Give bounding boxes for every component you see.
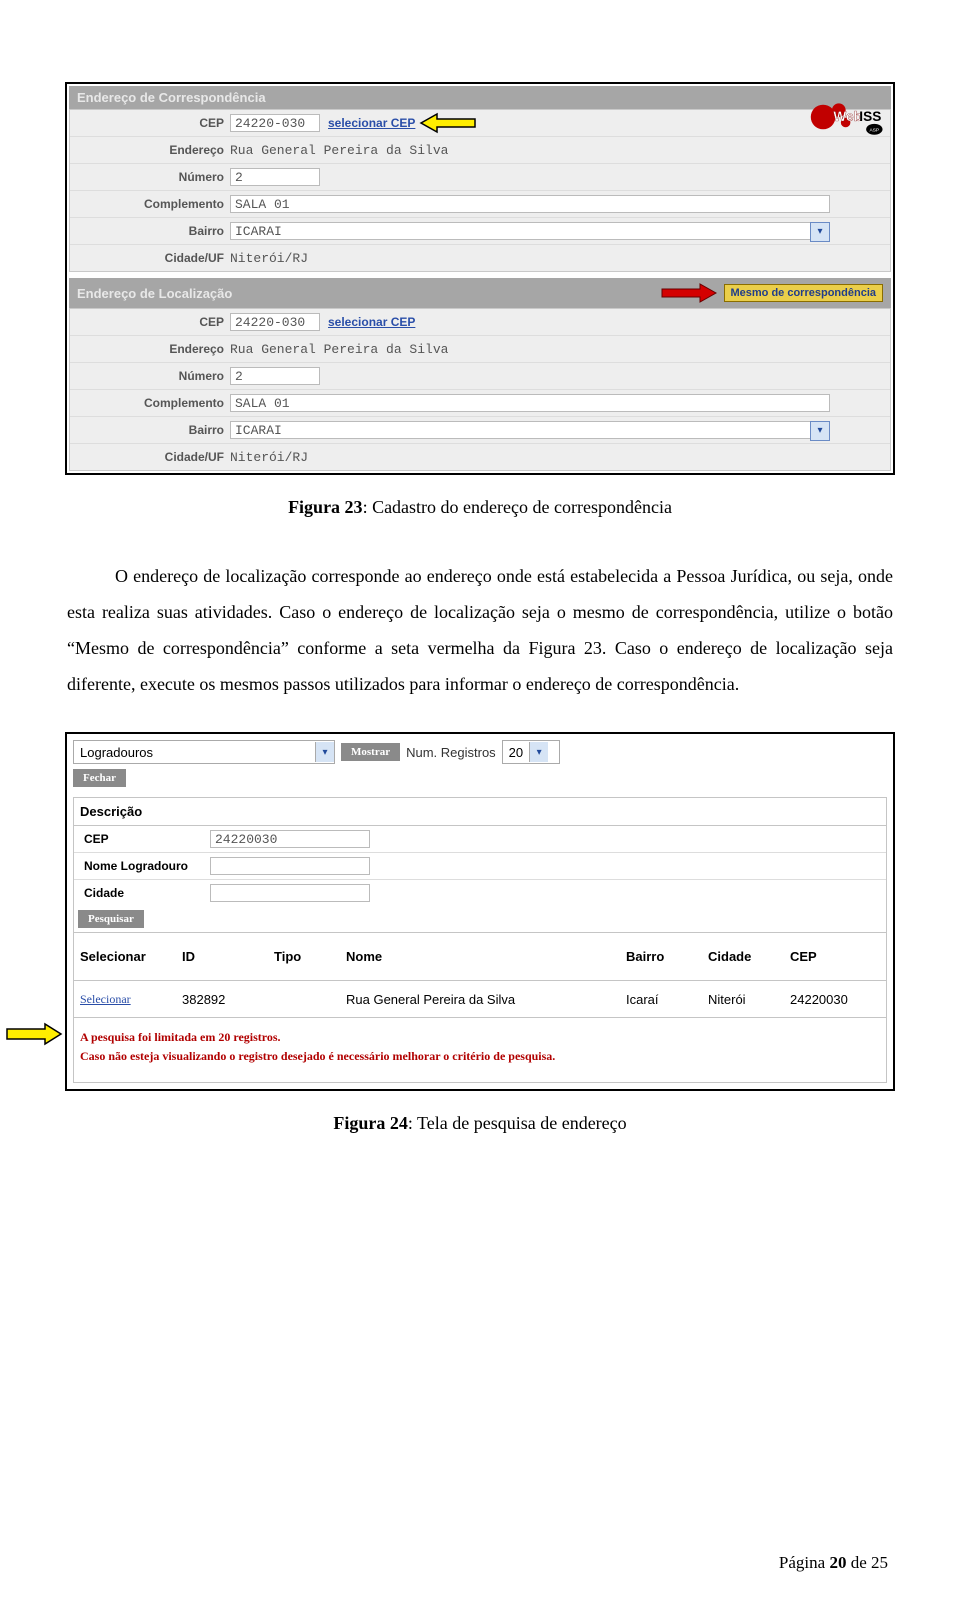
- col-selecionar: Selecionar: [74, 933, 176, 981]
- chevron-down-icon[interactable]: ▾: [529, 742, 548, 762]
- svg-text:ASP: ASP: [870, 127, 880, 133]
- cep-input[interactable]: [230, 313, 320, 331]
- cep-filter-input[interactable]: [210, 830, 370, 848]
- warning-line2: Caso não esteja visualizando o registro …: [80, 1047, 880, 1066]
- cep-filter-label: CEP: [78, 832, 210, 846]
- col-nome: Nome: [340, 933, 620, 981]
- form-localizacao: CEP selecionar CEP Endereço Rua General …: [69, 308, 891, 471]
- figure-24-screenshot: Logradouros ▾ Mostrar Num. Registros 20 …: [65, 732, 895, 1091]
- complemento-label: Complemento: [74, 396, 230, 410]
- search-toolbar: Logradouros ▾ Mostrar Num. Registros 20 …: [73, 740, 887, 764]
- table-row: Selecionar 382892 Rua General Pereira da…: [74, 981, 886, 1018]
- webiss-logo: Web ISS ASP: [806, 94, 888, 145]
- complemento-input[interactable]: [230, 195, 830, 213]
- cell-tipo: [268, 981, 340, 1018]
- caption-text: : Cadastro do endereço de correspondênci…: [363, 497, 672, 517]
- footer-post: de 25: [846, 1553, 888, 1572]
- descricao-heading: Descrição: [74, 798, 886, 825]
- footer-num: 20: [829, 1553, 846, 1572]
- cell-id: 382892: [176, 981, 268, 1018]
- cep-label: CEP: [74, 315, 230, 329]
- cep-label: CEP: [74, 116, 230, 130]
- section-header-correspondencia: Endereço de Correspondência: [69, 86, 891, 109]
- figure-24-caption: Figura 24: Tela de pesquisa de endereço: [65, 1113, 895, 1134]
- yellow-arrow-icon: [419, 112, 477, 134]
- paragraph-text: O endereço de localização corresponde ao…: [67, 558, 893, 702]
- section-title: Endereço de Localização: [77, 286, 232, 301]
- section-title: Endereço de Correspondência: [77, 90, 266, 105]
- red-arrow-icon: [660, 282, 718, 304]
- bairro-label: Bairro: [74, 224, 230, 238]
- cell-cidade: Niterói: [702, 981, 784, 1018]
- endereco-value: Rua General Pereira da Silva: [230, 342, 448, 357]
- caption-bold: Figura 24: [333, 1113, 408, 1133]
- svg-text:ISS: ISS: [859, 109, 881, 124]
- complemento-input[interactable]: [230, 394, 830, 412]
- selecionar-cep-link[interactable]: selecionar CEP: [328, 116, 415, 130]
- cell-nome: Rua General Pereira da Silva: [340, 981, 620, 1018]
- col-cidade: Cidade: [702, 933, 784, 981]
- combo-value: 20: [503, 745, 529, 760]
- mesmo-correspondencia-button[interactable]: Mesmo de correspondência: [724, 284, 884, 302]
- endereco-label: Endereço: [74, 143, 230, 157]
- footer-pre: Página: [779, 1553, 830, 1572]
- warning-message: A pesquisa foi limitada em 20 registros.…: [74, 1018, 886, 1082]
- fechar-button[interactable]: Fechar: [73, 769, 126, 787]
- chevron-down-icon[interactable]: ▾: [810, 421, 830, 441]
- cell-bairro: Icaraí: [620, 981, 702, 1018]
- numero-label: Número: [74, 170, 230, 184]
- bairro-label: Bairro: [74, 423, 230, 437]
- cep-input[interactable]: [230, 114, 320, 132]
- pesquisar-button[interactable]: Pesquisar: [78, 910, 144, 928]
- nome-filter-label: Nome Logradouro: [78, 859, 210, 873]
- caption-bold: Figura 23: [288, 497, 363, 517]
- nome-filter-input[interactable]: [210, 857, 370, 875]
- chevron-down-icon[interactable]: ▾: [810, 222, 830, 242]
- figure-23-screenshot: Endereço de Correspondência CEP selecion…: [65, 82, 895, 475]
- cidade-label: Cidade/UF: [74, 450, 230, 464]
- svg-text:Web: Web: [833, 109, 862, 124]
- body-paragraph: O endereço de localização corresponde ao…: [67, 558, 893, 702]
- bairro-input[interactable]: [230, 222, 830, 240]
- yellow-arrow-icon: [5, 1022, 63, 1046]
- form-correspondencia: CEP selecionar CEP Endereço Rua General …: [69, 109, 891, 272]
- results-table: Selecionar ID Tipo Nome Bairro Cidade CE…: [74, 932, 886, 1018]
- selecionar-cep-link[interactable]: selecionar CEP: [328, 315, 415, 329]
- caption-text: : Tela de pesquisa de endereço: [408, 1113, 627, 1133]
- cidade-filter-input[interactable]: [210, 884, 370, 902]
- cidade-value: Niterói/RJ: [230, 251, 308, 266]
- numero-label: Número: [74, 369, 230, 383]
- col-cep: CEP: [784, 933, 886, 981]
- numero-input[interactable]: [230, 168, 320, 186]
- col-id: ID: [176, 933, 268, 981]
- endereco-label: Endereço: [74, 342, 230, 356]
- cell-cep: 24220030: [784, 981, 886, 1018]
- logradouros-select[interactable]: Logradouros ▾: [73, 740, 335, 764]
- col-tipo: Tipo: [268, 933, 340, 981]
- col-bairro: Bairro: [620, 933, 702, 981]
- endereco-value: Rua General Pereira da Silva: [230, 143, 448, 158]
- combo-value: Logradouros: [74, 745, 159, 760]
- figure-23-caption: Figura 23: Cadastro do endereço de corre…: [65, 497, 895, 518]
- cidade-filter-label: Cidade: [78, 886, 210, 900]
- cidade-label: Cidade/UF: [74, 251, 230, 265]
- page-footer: Página 20 de 25: [779, 1553, 888, 1573]
- cidade-value: Niterói/RJ: [230, 450, 308, 465]
- selecionar-link[interactable]: Selecionar: [80, 992, 131, 1006]
- mostrar-button[interactable]: Mostrar: [341, 743, 400, 761]
- numero-input[interactable]: [230, 367, 320, 385]
- num-registros-label: Num. Registros: [406, 745, 496, 760]
- bairro-input[interactable]: [230, 421, 830, 439]
- warning-line1: A pesquisa foi limitada em 20 registros.: [80, 1028, 880, 1047]
- complemento-label: Complemento: [74, 197, 230, 211]
- section-header-localizacao: Endereço de Localização Mesmo de corresp…: [69, 278, 891, 308]
- num-registros-select[interactable]: 20 ▾: [502, 740, 560, 764]
- chevron-down-icon[interactable]: ▾: [315, 742, 334, 762]
